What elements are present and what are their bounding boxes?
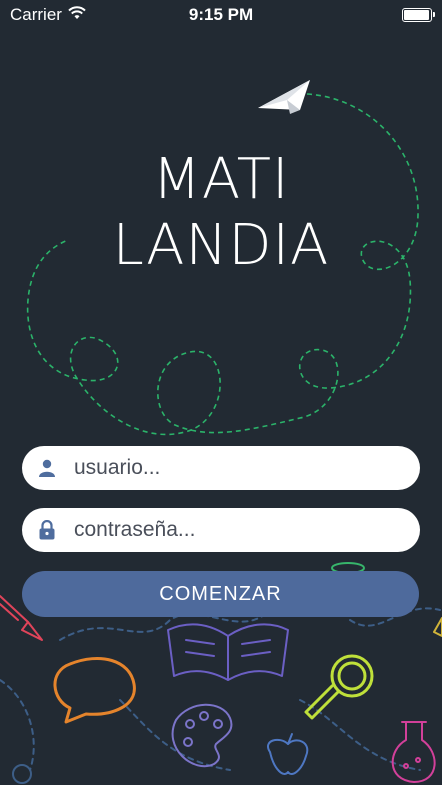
- book-icon: [167, 623, 289, 681]
- user-icon: [38, 458, 56, 478]
- battery-fill: [404, 10, 429, 20]
- flask-icon: [391, 721, 436, 783]
- username-field[interactable]: [22, 446, 420, 490]
- app-title-line-1: MATI: [152, 147, 290, 212]
- status-left: Carrier: [10, 5, 86, 25]
- magnifier-icon: [304, 654, 374, 720]
- paper-plane-icon: [258, 80, 310, 114]
- start-button[interactable]: COMENZAR: [22, 571, 419, 617]
- carrier-label: Carrier: [10, 5, 62, 24]
- app-title-line-2: LANDIA: [112, 213, 330, 278]
- pencil-tip-icon: [433, 617, 442, 637]
- username-input[interactable]: [72, 455, 396, 481]
- lock-icon: [38, 520, 56, 540]
- apple-icon: [267, 733, 309, 775]
- background-decoration: [0, 80, 442, 784]
- doodle-trail: [0, 679, 35, 771]
- doodle-trail: [299, 699, 421, 771]
- palette-icon: [171, 703, 233, 767]
- speech-bubble-icon: [53, 656, 136, 724]
- wifi-icon: [68, 5, 86, 25]
- globe-icon: [12, 764, 32, 784]
- status-bar: Carrier 9:15 PM: [0, 0, 442, 30]
- doodle-trail: [119, 699, 231, 771]
- password-input[interactable]: [72, 517, 396, 543]
- battery-icon: [402, 8, 435, 22]
- password-field[interactable]: [22, 508, 420, 552]
